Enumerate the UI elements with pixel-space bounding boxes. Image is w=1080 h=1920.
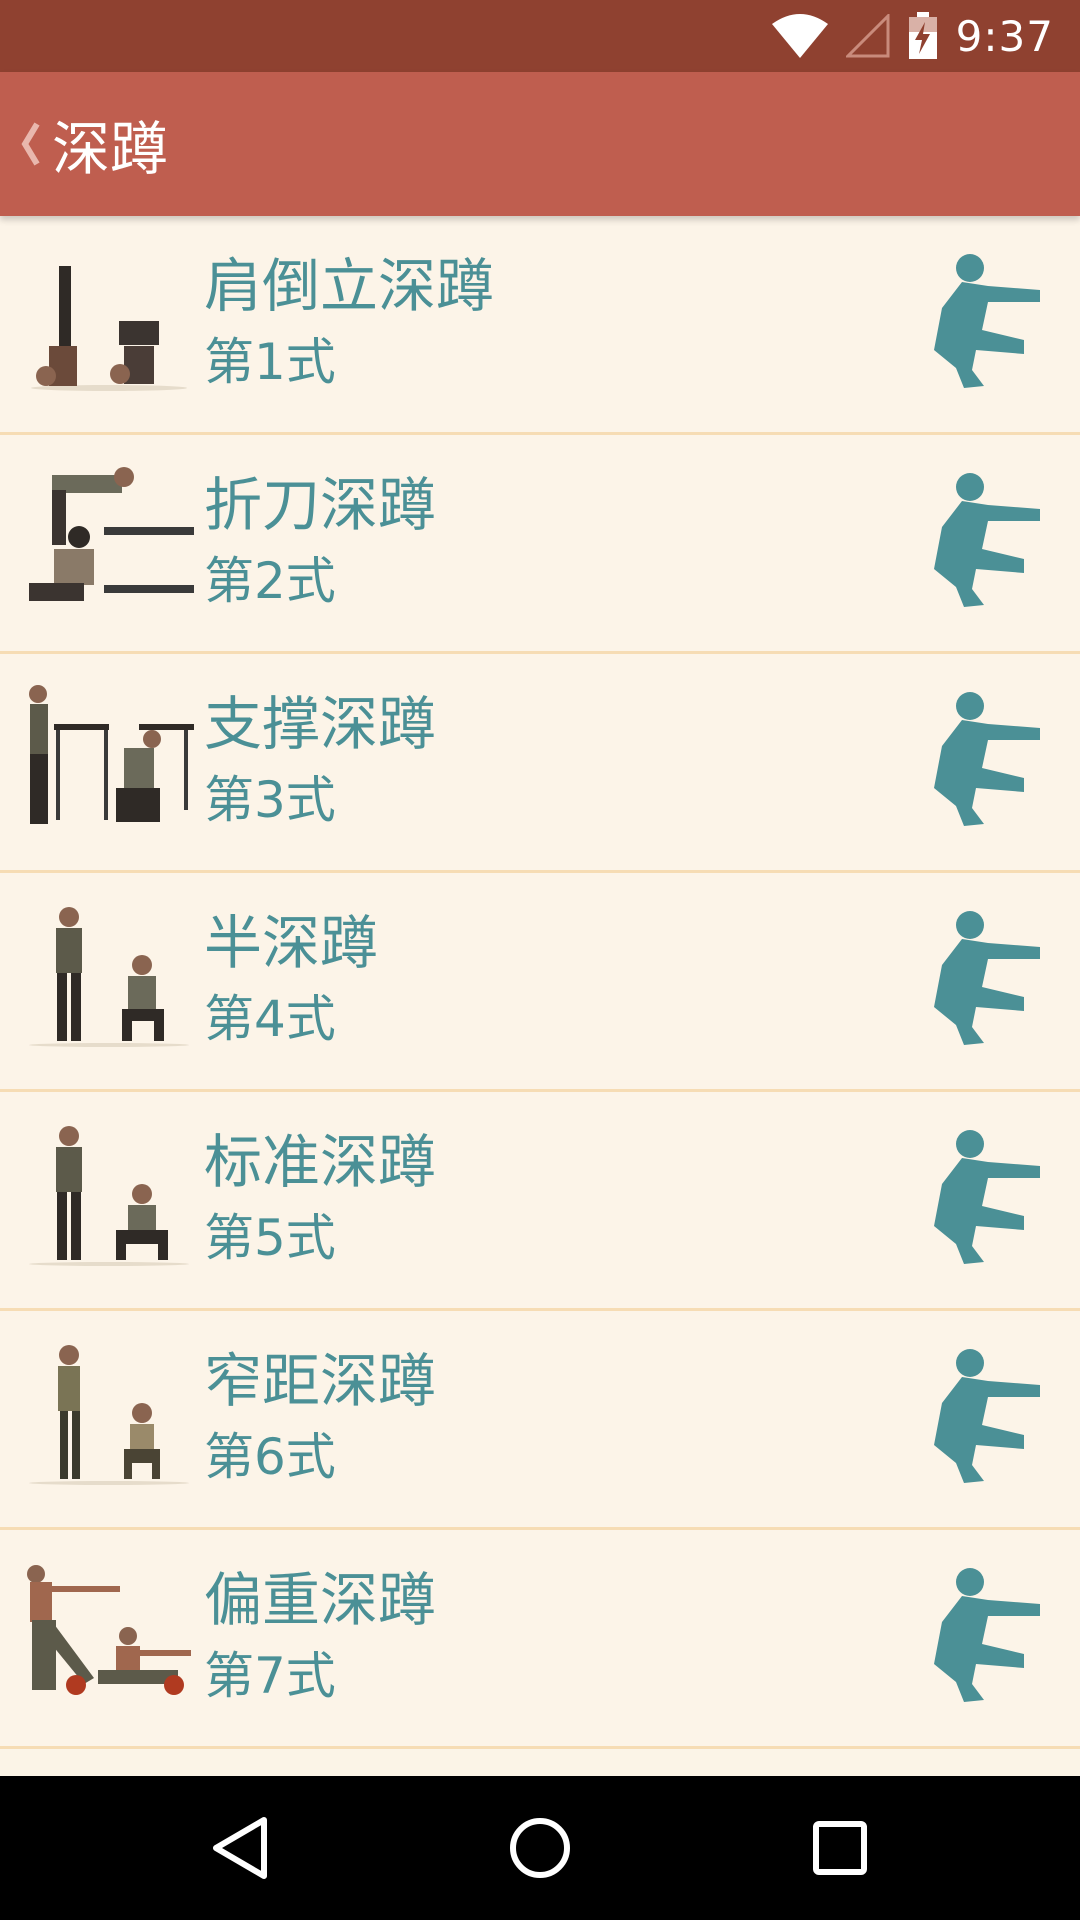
exercise-title: 标准深蹲	[204, 1128, 437, 1196]
exercise-title: 支撑深蹲	[204, 690, 437, 758]
squat-icon[interactable]	[928, 688, 1046, 828]
exercise-step: 第6式	[204, 1428, 336, 1486]
status-bar: 9:37	[0, 0, 1080, 72]
exercise-step: 第3式	[204, 771, 336, 829]
chevron-left-icon	[21, 122, 40, 166]
square-recents-icon	[813, 1821, 867, 1875]
exercise-thumbnail-image	[31, 266, 187, 391]
list-item[interactable]: 窄距深蹲 第6式	[0, 1311, 1080, 1530]
list-item-text: 支撑深蹲 第3式	[204, 688, 436, 836]
triangle-back-icon	[213, 1817, 267, 1879]
exercise-thumbnail-image	[29, 907, 189, 1047]
exercise-title: 肩倒立深蹲	[204, 252, 495, 320]
exercise-title: 折刀深蹲	[204, 471, 437, 539]
cell-signal-icon	[845, 14, 890, 58]
list-item-text: 窄距深蹲 第6式	[204, 1345, 436, 1493]
exercise-step: 第4式	[204, 990, 336, 1048]
exercise-thumbnail-image	[29, 467, 194, 601]
list-item[interactable]: 支撑深蹲 第3式	[0, 654, 1080, 873]
exercise-title: 窄距深蹲	[204, 1347, 437, 1415]
status-icons: 9:37	[771, 0, 1054, 72]
squat-icon[interactable]	[928, 1345, 1046, 1485]
exercise-thumbnail-image	[29, 1126, 189, 1266]
list-item[interactable]: 肩倒立深蹲 第1式	[0, 216, 1080, 435]
status-time: 9:37	[955, 11, 1054, 61]
navigation-bar	[0, 1776, 1080, 1920]
wifi-icon	[771, 14, 828, 58]
exercise-thumbnail-image	[27, 1565, 191, 1695]
app-bar: 深蹲	[0, 72, 1080, 216]
exercise-step: 第5式	[204, 1209, 336, 1267]
list-item-text: 折刀深蹲 第2式	[204, 469, 436, 617]
list-item-text: 肩倒立深蹲 第1式	[204, 250, 494, 398]
list-item[interactable]: 偏重深蹲 第7式	[0, 1530, 1080, 1749]
exercise-title: 半深蹲	[204, 909, 379, 977]
squat-icon[interactable]	[928, 907, 1046, 1047]
list-item[interactable]: 标准深蹲 第5式	[0, 1092, 1080, 1311]
squat-icon[interactable]	[928, 469, 1046, 609]
page-title: 深蹲	[52, 115, 169, 183]
back-button[interactable]	[10, 102, 50, 186]
nav-back-button[interactable]	[198, 1806, 282, 1890]
list-item-text: 半深蹲 第4式	[204, 907, 378, 1055]
exercise-step: 第2式	[204, 552, 336, 610]
battery-charging-icon	[908, 12, 937, 59]
exercise-thumbnail-image	[29, 685, 194, 824]
exercise-step: 第7式	[204, 1647, 336, 1705]
exercise-title: 偏重深蹲	[204, 1566, 437, 1634]
exercise-list: 肩倒立深蹲 第1式 折刀深蹲 第2式 支撑深蹲 第3式 半深蹲 第4式 标准深蹲…	[0, 216, 1080, 1749]
nav-home-button[interactable]	[498, 1806, 582, 1890]
exercise-thumbnail-image	[29, 1345, 189, 1485]
circle-home-icon	[510, 1818, 570, 1878]
list-item[interactable]: 半深蹲 第4式	[0, 873, 1080, 1092]
nav-recents-button[interactable]	[798, 1806, 882, 1890]
squat-icon[interactable]	[928, 250, 1046, 390]
exercise-step: 第1式	[204, 333, 336, 391]
list-item[interactable]: 折刀深蹲 第2式	[0, 435, 1080, 654]
list-item-text: 偏重深蹲 第7式	[204, 1564, 436, 1712]
squat-icon[interactable]	[928, 1126, 1046, 1266]
list-item-text: 标准深蹲 第5式	[204, 1126, 436, 1274]
squat-icon[interactable]	[928, 1564, 1046, 1704]
